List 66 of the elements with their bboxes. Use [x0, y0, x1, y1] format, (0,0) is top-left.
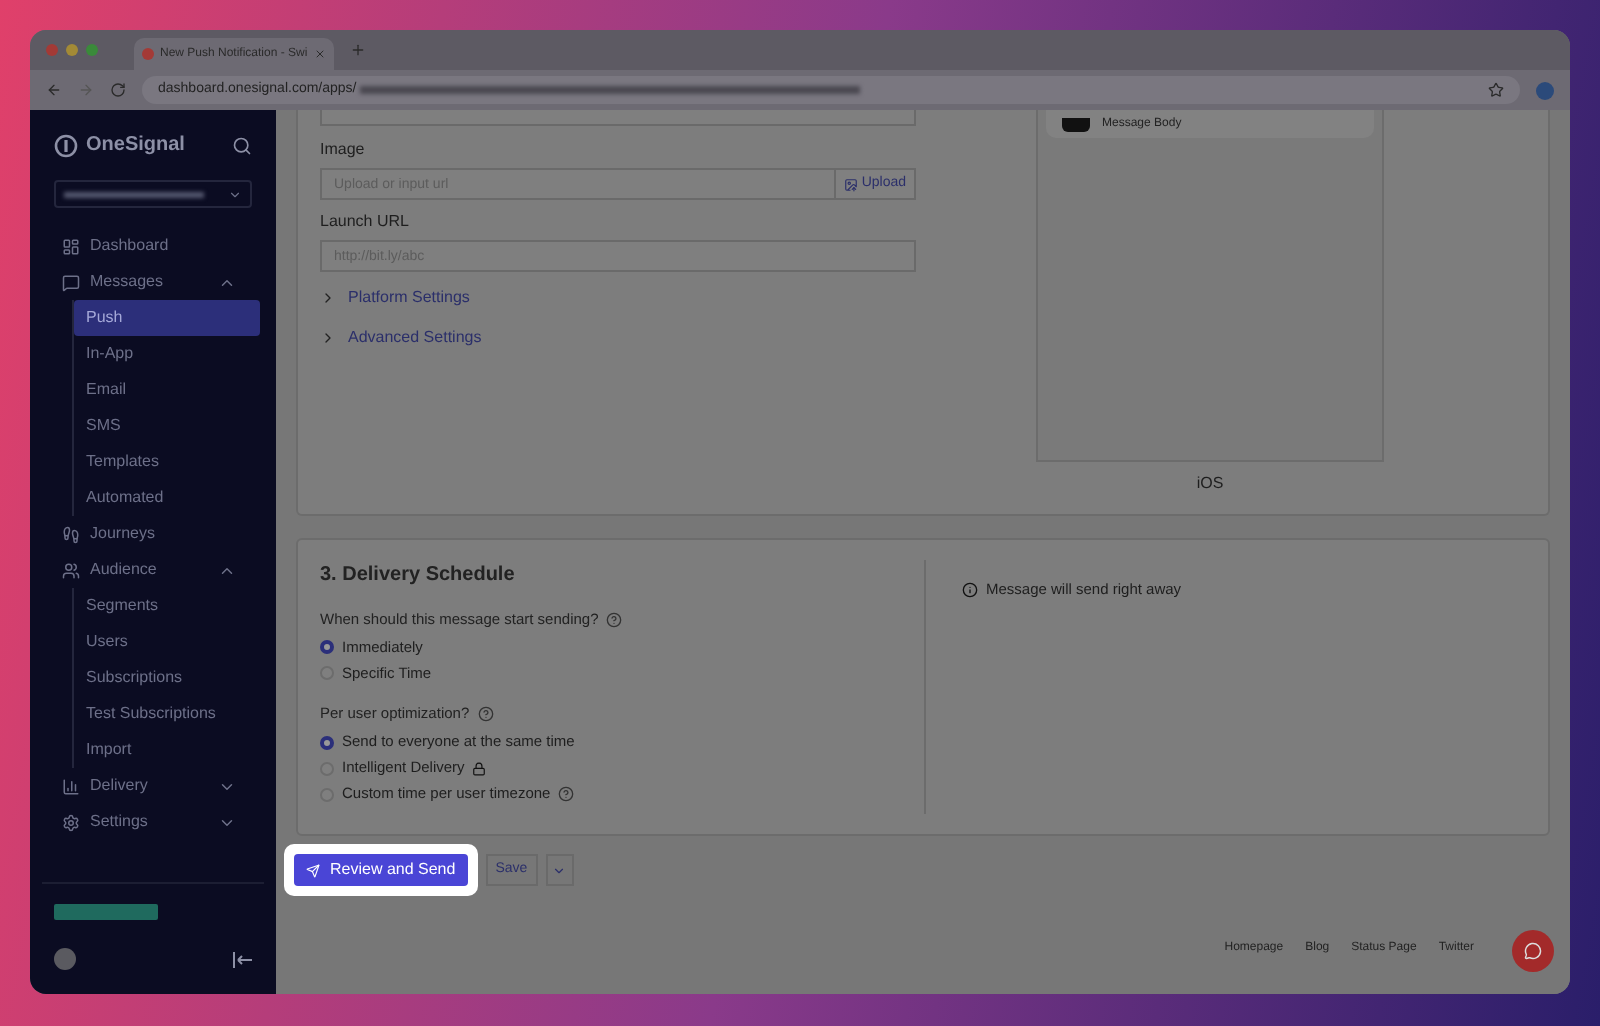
- image-upload-icon: [843, 177, 858, 191]
- sidebar-subitem[interactable]: Users: [74, 624, 260, 660]
- close-tab-icon[interactable]: [314, 48, 326, 60]
- launch-url-label: Launch URL: [320, 210, 411, 234]
- radio-button[interactable]: [320, 640, 334, 655]
- sidebar-subitem[interactable]: Templates: [74, 444, 260, 480]
- collapse-sidebar-icon[interactable]: [232, 951, 252, 967]
- favicon-icon: [142, 48, 154, 60]
- sidebar-item[interactable]: Audience: [30, 552, 268, 588]
- sidebar-subitem[interactable]: Import: [74, 732, 260, 768]
- section-title: 3. Delivery Schedule: [320, 562, 517, 590]
- nav-icon: [62, 561, 80, 579]
- back-icon[interactable]: [46, 82, 62, 98]
- caret-icon: [552, 863, 567, 877]
- info-icon: [962, 581, 978, 598]
- brand-name: OneSignal: [86, 132, 187, 160]
- collapsible-section-link[interactable]: Platform Settings: [320, 284, 916, 312]
- sidebar-item[interactable]: Dashboard: [30, 228, 268, 264]
- radio-button[interactable]: [320, 735, 334, 749]
- bookmark-star-icon[interactable]: [1488, 82, 1504, 98]
- sidebar-item[interactable]: Delivery: [30, 768, 268, 804]
- sidebar-item[interactable]: Journeys: [30, 516, 268, 552]
- chat-button[interactable]: [1512, 930, 1554, 972]
- nav-label: Settings: [90, 810, 150, 834]
- image-label: Image: [320, 138, 367, 162]
- nav-label: Messages: [90, 270, 165, 294]
- app-selector[interactable]: [54, 180, 252, 208]
- chat-bubble-icon: [1524, 942, 1542, 960]
- search-icon[interactable]: [232, 135, 252, 155]
- paper-plane-icon: [306, 863, 320, 877]
- sidebar-subitem[interactable]: Automated: [74, 480, 260, 516]
- sidebar-subitem[interactable]: Test Subscriptions: [74, 696, 260, 732]
- sidebar-subitem[interactable]: Push: [74, 300, 260, 336]
- sidebar-subitem[interactable]: SMS: [74, 408, 260, 444]
- nav-icon: [62, 273, 80, 291]
- sidebar-item[interactable]: Settings: [30, 804, 268, 840]
- forward-icon[interactable]: [78, 82, 94, 98]
- sidebar-item[interactable]: Messages: [30, 264, 268, 300]
- reload-icon[interactable]: [110, 82, 126, 98]
- platform-label: iOS: [1196, 472, 1224, 496]
- logo-icon: [54, 133, 78, 157]
- help-icon[interactable]: [477, 705, 494, 722]
- help-icon[interactable]: [558, 786, 575, 802]
- collapsible-section-link[interactable]: Advanced Settings: [320, 324, 916, 352]
- app-icon: [1062, 117, 1090, 131]
- nav-label: Audience: [90, 558, 159, 582]
- sidebar-subitem[interactable]: Email: [74, 372, 260, 408]
- nav-icon: [62, 777, 80, 795]
- sidebar-subitem[interactable]: In-App: [74, 336, 260, 372]
- chevron-right-icon: [320, 330, 336, 346]
- sidebar-subitem[interactable]: Segments: [74, 588, 260, 624]
- chevron-down-icon: [228, 187, 242, 201]
- help-icon[interactable]: [606, 611, 623, 628]
- nav-label: Delivery: [90, 774, 150, 798]
- nav-label: Dashboard: [90, 234, 171, 258]
- blurred-app-name: [64, 191, 204, 197]
- profile-avatar[interactable]: [1536, 81, 1554, 99]
- nav-icon: [62, 813, 80, 831]
- user-avatar[interactable]: [54, 948, 76, 970]
- review-and-send-button[interactable]: Review and Send: [294, 854, 468, 886]
- nav-label: Journeys: [90, 522, 157, 546]
- chevron-right-icon: [320, 290, 336, 306]
- new-tab-icon[interactable]: [350, 42, 366, 58]
- nav-icon: [62, 525, 80, 543]
- sidebar-subitem[interactable]: Subscriptions: [74, 660, 260, 696]
- nav-icon: [62, 237, 80, 255]
